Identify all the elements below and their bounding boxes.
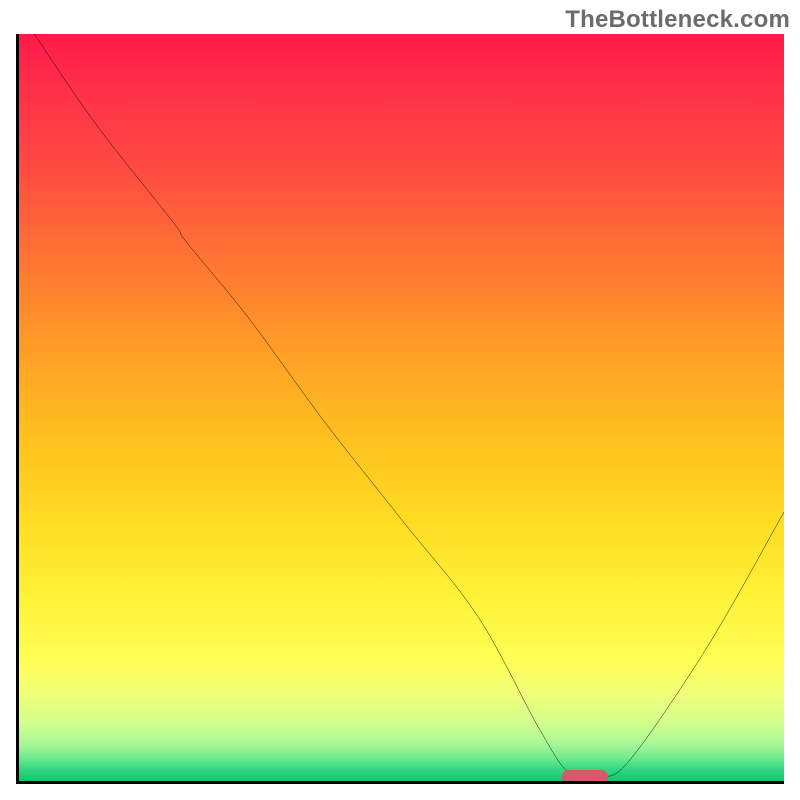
bottleneck-plot — [16, 34, 784, 784]
bottleneck-curve-path — [34, 34, 784, 779]
stage: TheBottleneck.com — [0, 0, 800, 800]
curve-svg — [19, 34, 784, 781]
watermark-text: TheBottleneck.com — [565, 6, 790, 34]
sweet-spot-marker — [562, 770, 608, 784]
